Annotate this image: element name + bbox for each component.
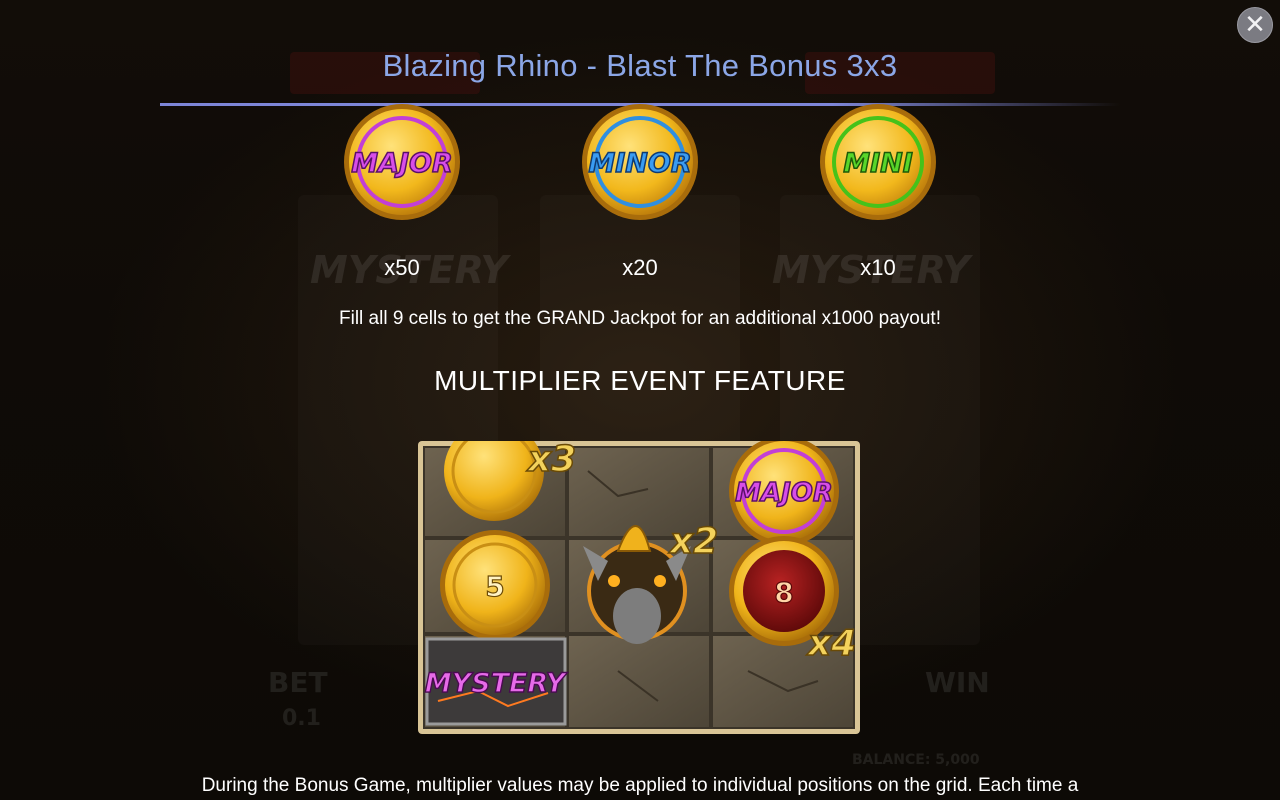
jackpot-minor-coin: MINOR bbox=[575, 104, 705, 230]
multiplier-example-grid: x3 MAJOR 5 x2 8 x4 MYSTERY bbox=[418, 441, 860, 734]
feature-heading: MULTIPLIER EVENT FEATURE bbox=[434, 365, 846, 396]
mystery-text: MYSTERY bbox=[425, 668, 568, 699]
close-button[interactable]: ✕ bbox=[1237, 7, 1273, 43]
close-icon: ✕ bbox=[1244, 10, 1266, 40]
major-coin-icon: MAJOR bbox=[344, 104, 460, 220]
major-coin-text: MAJOR bbox=[351, 148, 453, 179]
mini-multiplier: x10 bbox=[860, 255, 896, 280]
multiplier-x3: x3 bbox=[526, 441, 576, 480]
major-multiplier: x50 bbox=[384, 255, 420, 280]
bg-win-label: WIN bbox=[925, 666, 990, 699]
grid-major-text: MAJOR bbox=[735, 478, 833, 508]
feature-description: During the Bonus Game, multiplier values… bbox=[201, 775, 1079, 796]
coin-value-5: 5 bbox=[485, 570, 504, 603]
multiplier-x4: x4 bbox=[806, 623, 856, 664]
minor-coin-text: MINOR bbox=[588, 148, 691, 179]
mini-coin-text: MINI bbox=[843, 148, 913, 179]
bg-bet-value: 0.1 bbox=[282, 706, 321, 731]
jackpot-mini-coin: MINI bbox=[813, 104, 943, 230]
modal-title: Blazing Rhino - Blast The Bonus 3x3 bbox=[382, 48, 898, 83]
jackpot-major-coin: MAJOR bbox=[337, 104, 467, 230]
coin-value-8: 8 bbox=[774, 576, 793, 609]
bg-bet-label: BET bbox=[268, 666, 328, 699]
minor-coin-icon: MINOR bbox=[582, 104, 698, 220]
mini-coin-icon: MINI bbox=[820, 104, 936, 220]
multiplier-x2: x2 bbox=[668, 521, 718, 562]
bg-balance: BALANCE: 5,000 bbox=[852, 752, 980, 768]
minor-multiplier: x20 bbox=[622, 255, 658, 280]
grand-jackpot-text: Fill all 9 cells to get the GRAND Jackpo… bbox=[339, 308, 941, 329]
grid-cell bbox=[569, 636, 709, 727]
